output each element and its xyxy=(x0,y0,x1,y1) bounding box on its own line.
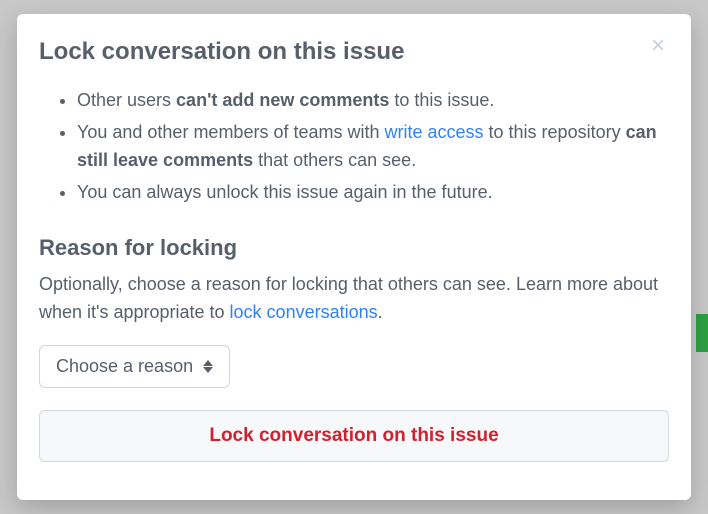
info-bullets: Other users can't add new comments to th… xyxy=(39,87,669,211)
text: Other users xyxy=(77,90,176,110)
modal-header: Lock conversation on this issue × xyxy=(39,36,669,67)
text: to this repository xyxy=(484,122,626,142)
text: that others can see. xyxy=(253,150,416,170)
text-bold: can't add new comments xyxy=(176,90,389,110)
background-accent xyxy=(696,314,708,352)
reason-select-container: Choose a reason xyxy=(39,345,669,388)
write-access-link[interactable]: write access xyxy=(385,122,484,142)
text: You and other members of teams with xyxy=(77,122,385,142)
list-item: You can always unlock this issue again i… xyxy=(77,179,669,207)
close-button[interactable]: × xyxy=(647,34,669,58)
list-item: You and other members of teams with writ… xyxy=(77,119,669,175)
help-text: Optionally, choose a reason for locking … xyxy=(39,271,669,327)
lock-conversation-modal: Lock conversation on this issue × Other … xyxy=(17,14,691,500)
reason-select-label: Choose a reason xyxy=(56,356,193,377)
lock-conversations-link[interactable]: lock conversations xyxy=(230,302,378,322)
list-item: Other users can't add new comments to th… xyxy=(77,87,669,115)
lock-conversation-button[interactable]: Lock conversation on this issue xyxy=(39,410,669,462)
close-icon: × xyxy=(651,32,665,59)
modal-title: Lock conversation on this issue xyxy=(39,36,404,67)
text: to this issue. xyxy=(389,90,494,110)
reason-header: Reason for locking xyxy=(39,235,669,261)
updown-caret-icon xyxy=(203,360,213,373)
text: . xyxy=(378,302,383,322)
reason-select[interactable]: Choose a reason xyxy=(39,345,230,388)
